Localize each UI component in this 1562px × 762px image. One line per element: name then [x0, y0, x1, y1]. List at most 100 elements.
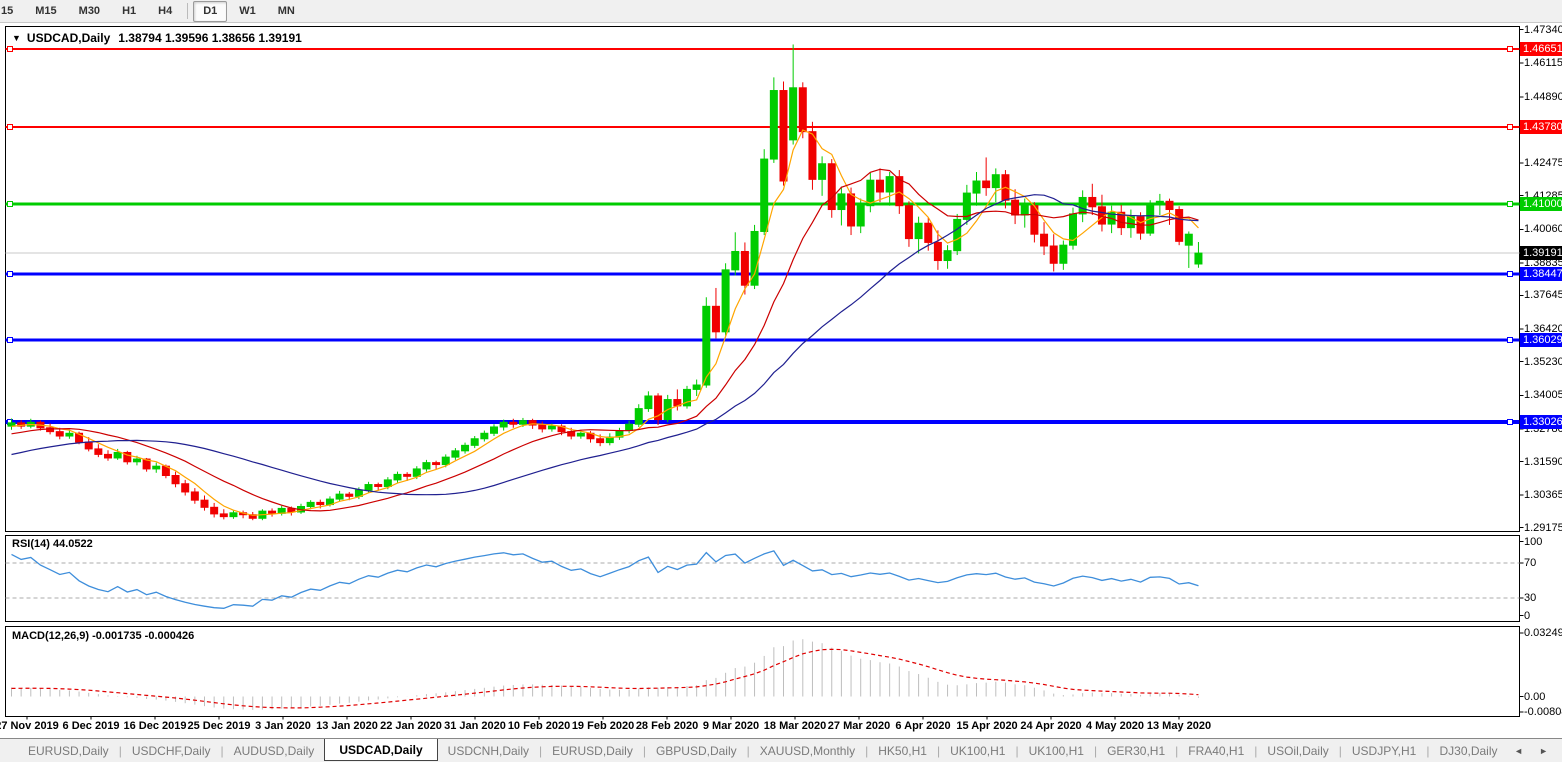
date-axis-label: 22 Jan 2020 [380, 720, 442, 732]
timeframe-button-mn[interactable]: MN [268, 1, 305, 22]
candle [211, 507, 218, 514]
candle [539, 425, 546, 429]
chart-tab-fra40-h1[interactable]: FRA40,H1 [1178, 741, 1254, 761]
candle [1176, 210, 1183, 242]
macd-indicator-label: MACD(12,26,9) -0.001735 -0.000426 [12, 630, 194, 642]
rsi-axis-label: 30 [1524, 591, 1536, 605]
date-axis-label: 24 Apr 2020 [1020, 720, 1081, 732]
toolbar-separator [187, 3, 188, 19]
candle [500, 422, 507, 427]
chart-tab-usdcad-daily[interactable]: USDCAD,Daily [324, 739, 437, 761]
candle [722, 270, 729, 332]
timeframe-button-15[interactable]: 15 [0, 1, 23, 22]
chart-tab-gbpusd-daily[interactable]: GBPUSD,Daily [646, 741, 747, 761]
candle [336, 494, 343, 499]
chart-ohlc-values: 1.38794 1.39596 1.38656 1.39191 [118, 31, 302, 45]
chart-tab-ger30-h1[interactable]: GER30,H1 [1097, 741, 1175, 761]
candle [1195, 253, 1202, 264]
tab-scroll-right-icon[interactable]: ► [1539, 746, 1548, 756]
price-chart-canvas[interactable] [0, 24, 1562, 738]
candle [693, 385, 700, 389]
date-axis-label: 9 Mar 2020 [703, 720, 759, 732]
date-axis-label: 6 Apr 2020 [895, 720, 950, 732]
candle [819, 164, 826, 180]
candle [1060, 245, 1067, 263]
tab-scroll-controls: ◄► [1514, 746, 1548, 756]
candle [66, 433, 73, 436]
date-axis-label: 16 Dec 2019 [124, 720, 187, 732]
timeframe-button-m15[interactable]: M15 [25, 1, 66, 22]
chart-tab-usoil-daily[interactable]: USOil,Daily [1257, 741, 1338, 761]
candle [394, 474, 401, 479]
chart-tab-uk100-h1[interactable]: UK100,H1 [940, 741, 1015, 761]
candle [404, 474, 411, 476]
rsi-axis-label: 0 [1524, 609, 1530, 623]
chart-tab-usdjpy-h1[interactable]: USDJPY,H1 [1342, 741, 1426, 761]
candle [471, 439, 478, 446]
chart-symbol-period: USDCAD,Daily [27, 31, 110, 45]
candle [375, 485, 382, 487]
candle [510, 422, 517, 424]
chart-tab-uk100-h1[interactable]: UK100,H1 [1019, 741, 1094, 761]
candle [770, 91, 777, 160]
chart-tab-eurusd-daily[interactable]: EURUSD,Daily [542, 741, 643, 761]
timeframe-button-h4[interactable]: H4 [148, 1, 182, 22]
timeframe-button-d1[interactable]: D1 [193, 1, 227, 22]
price-level-badge: 1.43780 [1520, 120, 1562, 134]
rsi-indicator-label: RSI(14) 44.0522 [12, 538, 93, 550]
candle [1041, 234, 1048, 246]
tab-scroll-left-icon[interactable]: ◄ [1514, 746, 1523, 756]
candle [201, 500, 208, 507]
chart-window[interactable]: ▼ USDCAD,Daily 1.38794 1.39596 1.38656 1.3… [0, 24, 1562, 738]
candle [433, 463, 440, 465]
price-axis-label: 1.42475 [1524, 156, 1562, 170]
macd-axis-label: 0.032493 [1524, 626, 1562, 640]
chart-tab-audusd-daily[interactable]: AUDUSD,Daily [224, 741, 325, 761]
candle [790, 88, 797, 140]
candle [491, 427, 498, 433]
price-level-badge: 1.36029 [1520, 333, 1562, 347]
date-axis-label: 13 Jan 2020 [316, 720, 378, 732]
price-axis-label: 1.31590 [1524, 455, 1562, 469]
candle [220, 514, 227, 517]
mt4-window: 15M15M30H1H4 D1W1MN ▼ USDCAD,Daily 1.38794 … [0, 0, 1562, 762]
chart-tab-usdcnh-daily[interactable]: USDCNH,Daily [438, 741, 539, 761]
candle [519, 421, 526, 425]
date-axis-label: 4 May 2020 [1086, 720, 1144, 732]
chart-tab-xauusd-monthly[interactable]: XAUUSD,Monthly [750, 741, 865, 761]
candle [635, 409, 642, 425]
rsi-axis-label: 100 [1524, 535, 1542, 549]
candle [915, 223, 922, 238]
candle [741, 251, 748, 285]
timeframe-button-m30[interactable]: M30 [69, 1, 110, 22]
candle [857, 206, 864, 226]
candle [230, 513, 237, 517]
candle [645, 396, 652, 409]
candle [848, 194, 855, 226]
candle [954, 219, 961, 250]
candle [548, 426, 555, 429]
chart-tab-hk50-h1[interactable]: HK50,H1 [868, 741, 937, 761]
chart-tab-eurusd-daily[interactable]: EURUSD,Daily [18, 741, 119, 761]
date-axis-label: 13 May 2020 [1147, 720, 1211, 732]
candle [1089, 197, 1096, 206]
candle [983, 181, 990, 188]
macd-axis-label: -0.008086 [1524, 705, 1562, 719]
chart-tab-usdchf-daily[interactable]: USDCHF,Daily [122, 741, 221, 761]
candle [1166, 201, 1173, 209]
timeframe-button-h1[interactable]: H1 [112, 1, 146, 22]
candle [577, 433, 584, 436]
candle [191, 492, 198, 500]
candle [365, 485, 372, 490]
chart-dropdown-arrow-icon[interactable]: ▼ [12, 33, 21, 43]
candle [1021, 206, 1028, 215]
candle [1050, 246, 1057, 263]
candle [105, 454, 112, 458]
chart-tab-dj30-daily[interactable]: DJ30,Daily [1429, 741, 1507, 761]
candle [877, 180, 884, 192]
price-level-badge: 1.41000 [1520, 197, 1562, 211]
timeframe-button-w1[interactable]: W1 [229, 1, 266, 22]
candle [172, 476, 179, 484]
price-level-badge: 1.38447 [1520, 267, 1562, 281]
candle [182, 484, 189, 492]
